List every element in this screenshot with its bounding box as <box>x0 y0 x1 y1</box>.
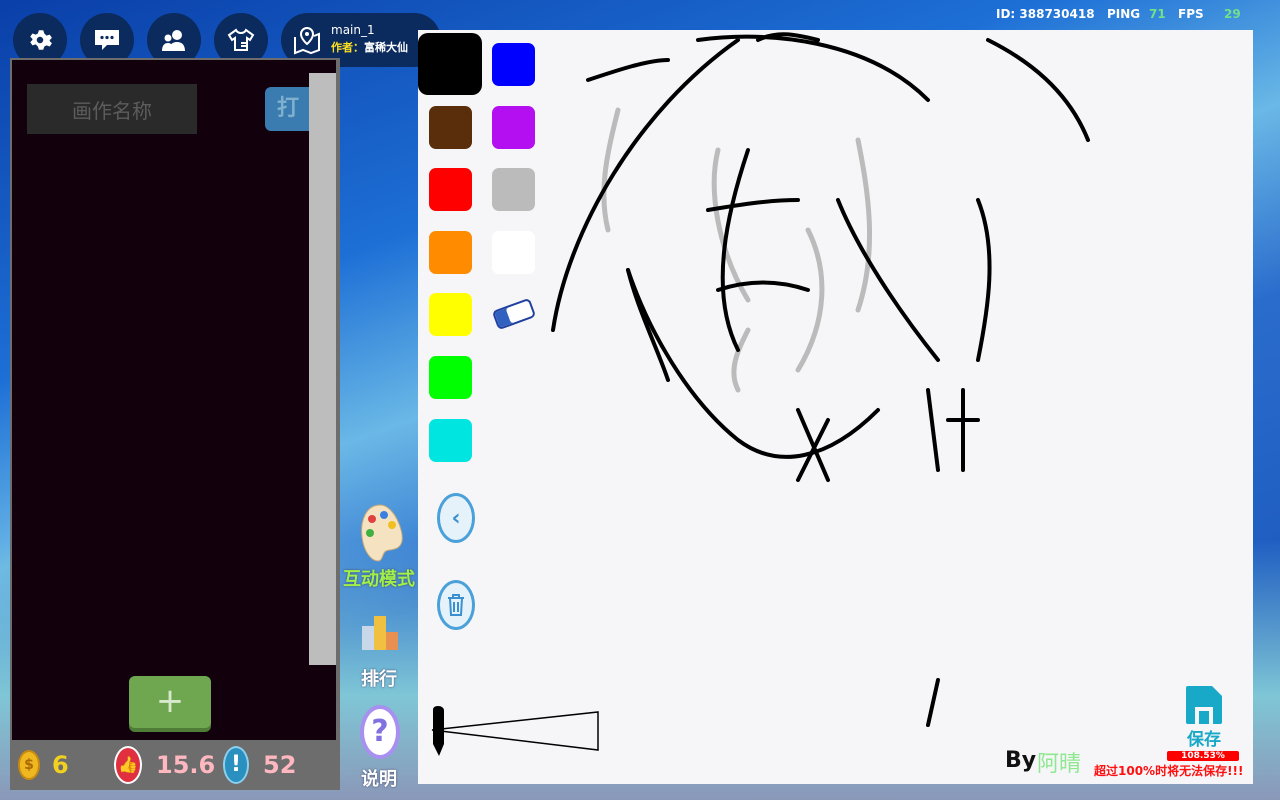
artwork-list: 画作名称 打 + <box>12 60 336 740</box>
gear-icon <box>30 30 52 50</box>
color-swatch-orange[interactable] <box>429 231 472 274</box>
podium-icon <box>362 616 398 650</box>
reports: ! 52 <box>223 740 296 790</box>
map-pin-icon <box>294 26 320 55</box>
color-swatch-green[interactable] <box>429 356 472 399</box>
thumbs-up-icon: 👍 <box>114 746 142 784</box>
trash-icon <box>448 594 464 616</box>
chevron-left-icon: ‹ <box>451 505 461 531</box>
coin-icon: $ <box>18 750 40 780</box>
artwork-panel: 画作名称 打 + $ 6 👍 15.6 ! 52 <box>10 58 340 790</box>
color-swatch-red[interactable] <box>429 168 472 211</box>
color-swatch-gray[interactable] <box>492 168 535 211</box>
help-label: 说明 <box>361 769 397 790</box>
like-count: 15.6 <box>156 751 216 779</box>
clear-button[interactable] <box>437 580 475 630</box>
signature-by: By <box>1005 748 1037 773</box>
color-swatch-black[interactable] <box>418 33 482 95</box>
color-swatch-purple[interactable] <box>492 106 535 149</box>
outfit-icon <box>227 28 255 51</box>
room-name: main_1 <box>331 23 375 37</box>
slider-handle <box>433 706 444 756</box>
brush-size-slider[interactable] <box>430 706 602 758</box>
coins: $ 6 <box>18 740 69 790</box>
likes: 👍 15.6 <box>114 740 215 790</box>
fps-label: FPS <box>1178 7 1204 21</box>
palette-icon <box>361 504 403 562</box>
save-disk-icon <box>1186 686 1222 724</box>
artwork-name-input[interactable]: 画作名称 <box>27 84 197 134</box>
question-icon: ? <box>360 705 400 759</box>
save-label: 保存 <box>1187 730 1221 750</box>
interactive-mode-label: 互动模式 <box>343 569 415 590</box>
exclamation-icon: ! <box>223 746 249 784</box>
color-swatch-yellow[interactable] <box>429 293 472 336</box>
ping-value: 71 <box>1149 7 1166 21</box>
chat-icon <box>95 30 119 50</box>
scrollbar[interactable] <box>309 73 336 665</box>
back-button[interactable]: ‹ <box>437 493 475 543</box>
color-swatch-brown[interactable] <box>429 106 472 149</box>
fps-value: 29 <box>1224 7 1241 21</box>
color-swatch-white[interactable] <box>492 231 535 274</box>
storage-warning: 超过100%时将无法保存!!! <box>1094 764 1244 778</box>
ranking-label: 排行 <box>361 669 397 690</box>
sketch-drawing <box>551 32 1090 727</box>
storage-usage-bar: 108.53% <box>1167 751 1239 761</box>
author-name: 富稀大仙 <box>364 41 408 54</box>
author-label: 作者： <box>331 41 364 54</box>
report-count: 52 <box>263 751 297 779</box>
drawing-canvas[interactable]: ‹ By 阿晴 保存 108.53% 超过100%时将无法保存!!! <box>418 30 1253 784</box>
friends-icon <box>162 30 185 51</box>
color-swatch-blue[interactable] <box>492 43 535 86</box>
save-button[interactable]: 保存 <box>1182 685 1226 750</box>
color-swatch-cyan[interactable] <box>429 419 472 462</box>
ping-label: PING <box>1107 7 1141 21</box>
player-id: ID: 388730418 <box>996 7 1095 21</box>
add-artwork-button[interactable]: + <box>129 676 211 728</box>
open-button[interactable]: 打 <box>265 87 315 131</box>
signature-name: 阿晴 <box>1037 752 1082 777</box>
coin-count: 6 <box>52 751 69 779</box>
